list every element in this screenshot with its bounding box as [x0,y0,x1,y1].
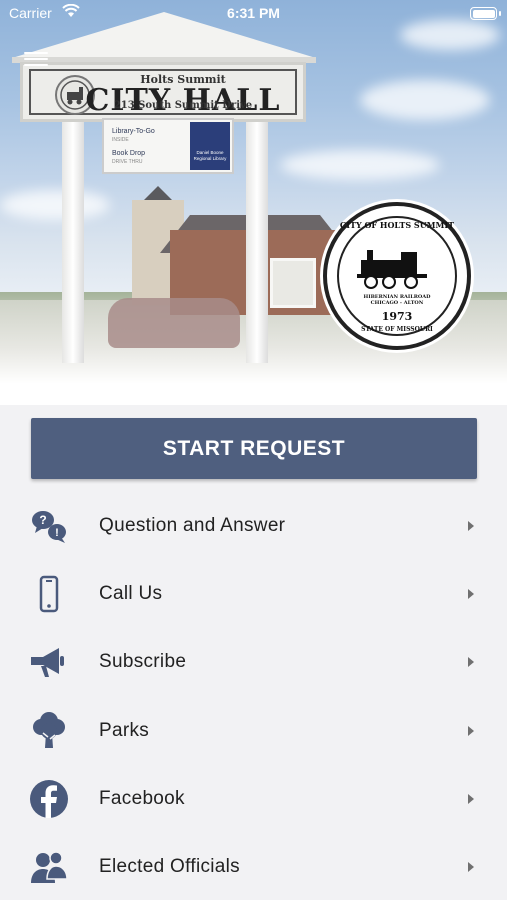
chevron-right-icon [468,589,474,599]
menu-item-label: Parks [99,720,150,741]
plaque-row-sub: INSIDE [112,137,129,143]
menu-item-facebook[interactable]: Facebook [0,765,507,833]
menu-item-label: Elected Officials [99,856,240,877]
svg-text:!: ! [55,527,59,539]
seal-bottom-text: STATE OF MISSOURI [361,326,433,333]
sign-pillar-left [62,118,84,363]
seal-ribbon-text: HIBERNIAN RAILROAD CHICAGO - ALTON [363,294,431,306]
menu-item-subscribe[interactable]: Subscribe [0,628,507,696]
phone-icon [26,571,72,617]
menu-item-call-us[interactable]: Call Us [0,560,507,628]
shrubs [108,298,240,348]
menu-item-elected-officials[interactable]: Elected Officials [0,833,507,900]
city-seal: CITY OF HOLTS SUMMIT HIBERNIAN RAILROAD … [323,202,471,350]
cloud [280,150,440,180]
status-bar: Carrier 6:31 PM [0,0,507,28]
sign-address: 213 South Summit Drive [113,100,253,111]
menu-item-label: Facebook [99,788,185,809]
cloud [0,190,110,220]
plaque-row: Library-To-Go INSIDE [112,128,155,144]
chevron-right-icon [468,657,474,667]
start-request-button[interactable]: START REQUEST [31,418,477,479]
app-screen: Holts Summit CITY HALL 213 South Summit … [0,0,507,900]
chevron-right-icon [468,726,474,736]
megaphone-icon [26,639,72,685]
plaque-row-sub: DRIVE THRU [112,159,143,165]
hero-image: Holts Summit CITY HALL 213 South Summit … [0,0,507,405]
library-logo: Daniel Boone Regional Library [190,122,230,170]
sign-frame: Holts Summit CITY HALL 213 South Summit … [29,69,297,118]
city-hall-sign: Holts Summit CITY HALL 213 South Summit … [20,62,306,122]
menu-item-label: Call Us [99,583,163,604]
plaque-row-title: Book Drop [112,150,146,157]
seal-year: 1973 [381,310,413,323]
cloud [360,80,490,120]
locomotive-icon [357,250,427,289]
seal-top-text: CITY OF HOLTS SUMMIT [339,220,455,230]
facebook-icon [26,776,72,822]
chevron-right-icon [468,794,474,804]
building-window [270,258,316,308]
battery-icon [470,7,497,20]
status-time: 6:31 PM [227,5,280,21]
library-plaque: Library-To-Go INSIDE Book Drop DRIVE THR… [102,118,234,174]
menu-item-question-answer[interactable]: ? ! Question and Answer [0,492,507,560]
battery-tip [499,11,501,16]
sign-pillar-right [246,118,268,363]
plaque-row-title: Library-To-Go [112,128,155,135]
plaque-row: Book Drop DRIVE THRU [112,150,145,166]
officials-icon [26,844,72,890]
menu-item-label: Subscribe [99,651,187,672]
svg-text:?: ? [39,513,46,527]
hamburger-menu-icon[interactable] [24,52,48,68]
menu-item-label: Question and Answer [99,515,286,536]
tree-icon [26,708,72,754]
chevron-right-icon [468,862,474,872]
question-bubbles-icon: ? ! [26,503,72,549]
menu-item-parks[interactable]: Parks [0,697,507,765]
chevron-right-icon [468,521,474,531]
